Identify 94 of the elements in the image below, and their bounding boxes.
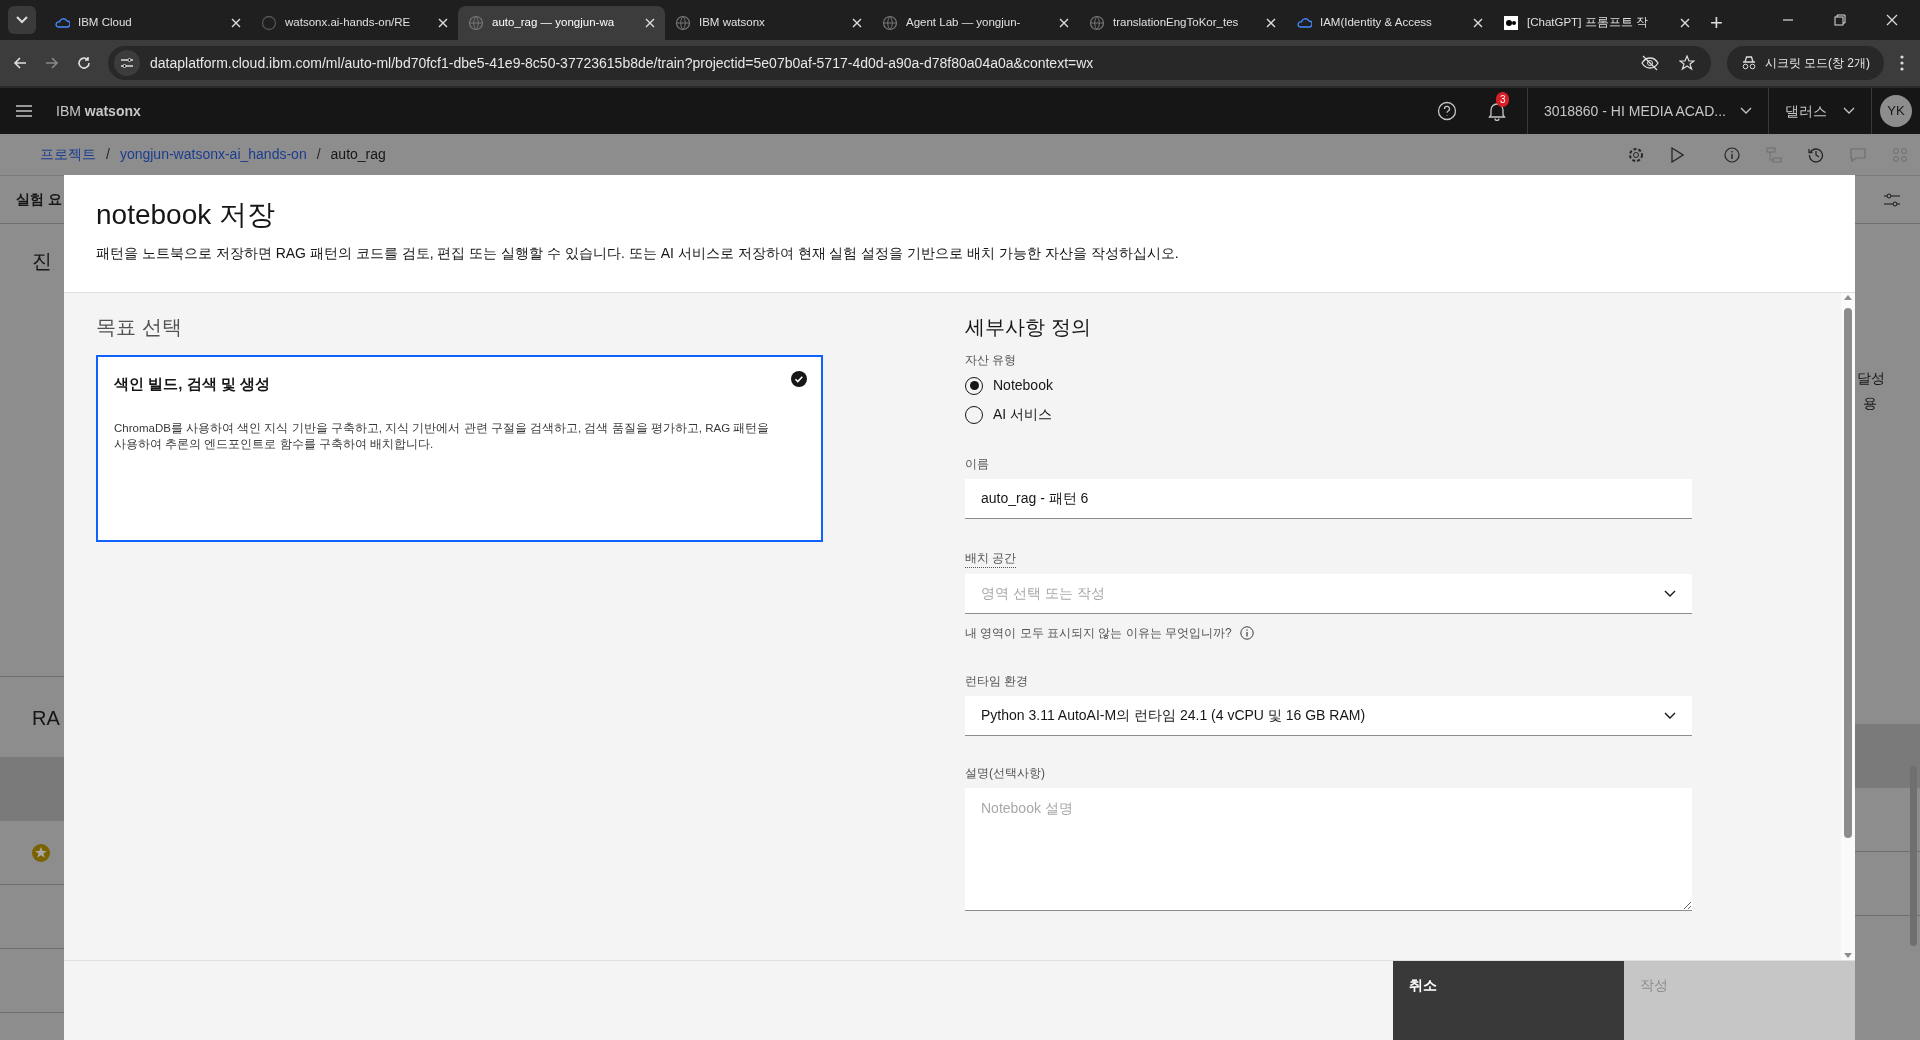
menu-icon[interactable] xyxy=(16,105,32,117)
info-icon[interactable] xyxy=(1239,626,1254,640)
tab-title: [ChatGPT] 프롬프트 작 xyxy=(1527,15,1649,31)
section-heading: RA xyxy=(31,706,61,731)
globe-icon xyxy=(468,15,484,31)
browser-tab[interactable]: Agent Lab — yongjun- xyxy=(872,6,1079,40)
chevron-down-icon xyxy=(1843,107,1855,115)
close-icon[interactable] xyxy=(438,18,448,28)
radio-label: AI 서비스 xyxy=(993,405,1053,424)
section-heading: 진 xyxy=(31,249,53,274)
breadcrumb-current: auto_rag xyxy=(330,145,386,164)
description-textarea[interactable]: Notebook 설명 xyxy=(965,788,1692,911)
close-icon[interactable] xyxy=(231,18,241,28)
cloud-icon xyxy=(1296,15,1312,31)
forward-icon[interactable] xyxy=(44,55,60,71)
help-icon[interactable] xyxy=(1436,101,1457,121)
notification-badge: 3 xyxy=(1495,92,1510,107)
tab-title: IAM(Identity & Access xyxy=(1320,15,1433,31)
close-icon[interactable] xyxy=(852,18,862,28)
back-icon[interactable] xyxy=(12,55,28,71)
cloud-icon xyxy=(54,15,70,31)
chevron-down-icon xyxy=(16,16,28,24)
browser-tab[interactable]: IAM(Identity & Access xyxy=(1286,6,1493,40)
square-icon xyxy=(1503,15,1519,31)
cancel-button[interactable]: 취소 xyxy=(1393,961,1624,1040)
field-label: 자산 유형 xyxy=(965,352,1018,369)
browser-tab[interactable]: IBM Cloud xyxy=(44,6,251,40)
globe-icon xyxy=(1089,15,1105,31)
star-icon[interactable] xyxy=(1678,55,1695,71)
modal-description: 패턴을 노트북으로 저장하면 RAG 패턴의 코드를 검토, 편집 또는 실행할 수 있습니다. 또는 AI 서비스로 저장하여 현재 실험 설정을 기반으로 배치 가능한 자산을 작성하십시오. xyxy=(96,244,1180,263)
browser-tab[interactable]: auto_rag — yongjun-wa xyxy=(458,6,665,40)
option-card[interactable]: 색인 빌드, 검색 및 생성 ChromaDB를 사용하여 색인 지식 기반을 구축하고, 지식 기반에서 관련 구절을 검색하고, 검색 품질을 평가하고, RAG 패턴을 사용하여 추론의 엔드포인트로 함수를 구축하여 배치합니다. xyxy=(96,355,823,542)
chevron-down-icon xyxy=(1740,107,1752,115)
close-icon[interactable] xyxy=(1886,14,1898,26)
field-label: 설명(선택사항) xyxy=(965,765,1046,782)
address-field[interactable]: dataplatform.cloud.ibm.com/ml/auto-ml/bd70fcf1-dbe5-41e9-8c50-37723615b8de/train?projectid=5e07b0af-5717-4d0d-a90a-d78f80a04a0a&context=wx xyxy=(108,46,1711,80)
tab-title: auto_rag — yongjun-wa xyxy=(492,15,616,31)
breadcrumb-separator: / xyxy=(316,145,321,164)
browser-tab[interactable]: watsonx.ai-hands-on/RE xyxy=(251,6,458,40)
close-icon[interactable] xyxy=(1473,18,1483,28)
restore-icon[interactable] xyxy=(1834,14,1846,26)
reload-icon[interactable] xyxy=(76,55,92,71)
name-input[interactable]: auto_rag - 패턴 6 xyxy=(965,479,1692,519)
play-icon[interactable] xyxy=(1670,146,1684,163)
tab-title: watsonx.ai-hands-on/RE xyxy=(285,15,412,31)
browser-tab[interactable]: IBM watsonx xyxy=(665,6,872,40)
close-icon[interactable] xyxy=(1680,18,1690,28)
info-icon[interactable] xyxy=(1724,146,1740,163)
field-label: 런타임 환경 xyxy=(965,673,1030,690)
close-icon[interactable] xyxy=(645,18,655,28)
tab-title: translationEngToKor_tes xyxy=(1113,15,1240,31)
star-badge-icon xyxy=(32,843,50,862)
chevron-down-icon xyxy=(1664,711,1676,720)
card-description: ChromaDB를 사용하여 색인 지식 기반을 구축하고, 지식 기반에서 관련 구절을 검색하고, 검색 품질을 평가하고, RAG 패턴을 사용하여 추론의 엔드포인트로 함수를 구축하여 배치합니다. xyxy=(114,420,771,452)
close-icon[interactable] xyxy=(1059,18,1069,28)
section-title: 목표 선택 xyxy=(96,315,183,340)
gear-icon[interactable] xyxy=(1628,146,1644,163)
globe-icon xyxy=(882,15,898,31)
tab-list-button[interactable] xyxy=(8,6,36,34)
history-icon[interactable] xyxy=(1808,146,1824,163)
table-text: 용 xyxy=(1862,394,1878,413)
incognito-button[interactable]: 시크릿 모드(창 2개) xyxy=(1726,46,1884,80)
table-text: 달성 xyxy=(1856,369,1886,388)
new-tab-button[interactable]: + xyxy=(1700,6,1733,40)
field-label: 이름 xyxy=(965,456,990,473)
checkmark-icon xyxy=(791,371,807,387)
scrollbar-thumb[interactable] xyxy=(1910,766,1917,946)
breadcrumb-separator: / xyxy=(106,145,110,164)
browser-tab[interactable]: [ChatGPT] 프롬프트 작 xyxy=(1493,6,1700,40)
radio-label: Notebook xyxy=(993,376,1053,395)
close-icon[interactable] xyxy=(1266,18,1276,28)
scrollbar-thumb[interactable] xyxy=(1844,308,1852,838)
tab-title: IBM Cloud xyxy=(78,15,133,31)
help-text: 내 영역이 모두 표시되지 않는 이유는 무엇입니까? xyxy=(965,625,1232,642)
incognito-icon xyxy=(1740,56,1757,70)
chevron-down-icon xyxy=(1664,589,1676,598)
nodes-icon[interactable] xyxy=(1892,146,1908,163)
tab-title: Agent Lab — yongjun- xyxy=(906,15,1022,31)
modal-title: notebook 저장 xyxy=(96,198,276,232)
card-title: 색인 빌드, 검색 및 생성 xyxy=(114,374,270,394)
eye-slash-icon[interactable] xyxy=(1640,55,1659,71)
globe-icon xyxy=(675,15,691,31)
url-text: dataplatform.cloud.ibm.com/ml/auto-ml/bd70fcf1-dbe5-41e9-8c50-37723615b8de/train?projectid=5e07b0af-5717-4d0d-a90a-d78f80a04a0a&context=wx xyxy=(150,53,1095,73)
runtime-dropdown[interactable]: Python 3.11 AutoAI-M의 런타임 24.1 (4 vCPU 및 16 GB RAM) xyxy=(965,696,1692,736)
browser-tab[interactable]: translationEngToKor_tes xyxy=(1079,6,1286,40)
sliders-icon[interactable] xyxy=(1884,192,1900,207)
more-icon[interactable] xyxy=(1900,55,1904,71)
user-avatar[interactable]: YK xyxy=(1880,95,1912,127)
bell-icon[interactable] xyxy=(1486,101,1507,121)
brand-name[interactable]: IBM watsonx xyxy=(56,100,141,122)
tab-title: IBM watsonx xyxy=(699,15,766,31)
site-settings-icon[interactable] xyxy=(120,57,134,69)
section-title: 세부사항 정의 xyxy=(965,315,1092,340)
field-label: 배치 공간 xyxy=(965,549,1017,568)
